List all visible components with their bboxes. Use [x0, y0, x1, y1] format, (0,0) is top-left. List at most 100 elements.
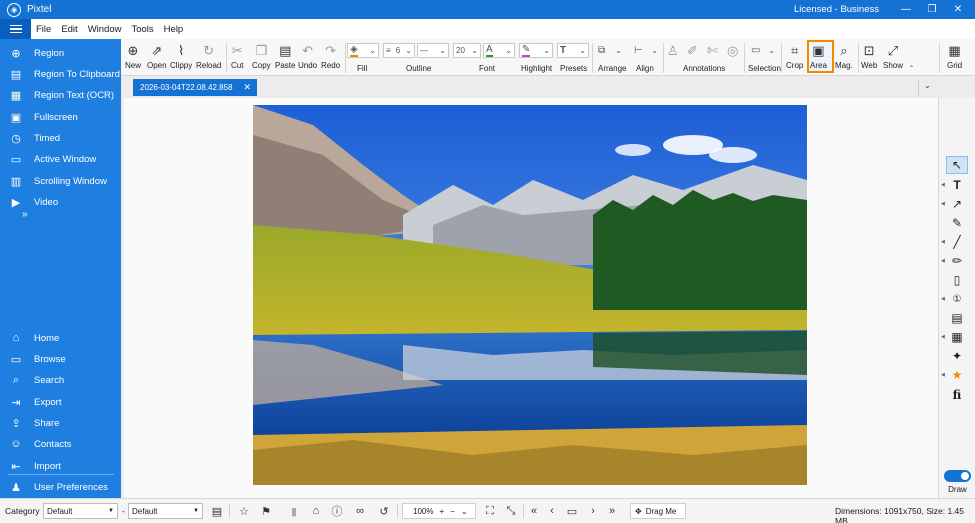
font-color-picker[interactable]: A ⌄ [483, 43, 515, 58]
outline-width-select[interactable]: ≡ 6 ⌄ [383, 43, 415, 58]
info-icon[interactable]: ⓘ [329, 503, 345, 519]
sidebar-item-region-text-ocr[interactable]: ▦ Region Text (OCR) [0, 85, 121, 105]
sidebar-item-active-window[interactable]: ▭ Active Window [0, 149, 121, 169]
sidebar-item-scrolling-window[interactable]: ▥ Scrolling Window [0, 171, 121, 191]
flag-icon[interactable]: ⚑ [258, 503, 274, 519]
formula-tool[interactable]: fi [946, 386, 968, 404]
history-icon[interactable]: ↺ [376, 503, 392, 519]
step-counter-tool[interactable]: ◀ ① [941, 290, 968, 308]
menu-file[interactable]: File [31, 24, 56, 35]
shape-tool[interactable]: ▯ [946, 271, 968, 289]
annotation-brush-button[interactable]: ✐ [687, 42, 698, 59]
selection-select[interactable]: ▭ ⌄ [748, 43, 778, 58]
tag-icon[interactable]: ⌂ [308, 503, 324, 519]
previous-icon[interactable]: ‹ [544, 503, 560, 519]
first-page-icon[interactable]: « [526, 503, 542, 519]
open-button[interactable]: ⇗ Open [147, 42, 167, 71]
close-window-button[interactable]: ✕ [945, 4, 971, 15]
editor-canvas[interactable] [124, 98, 938, 498]
annotation-eraser-button[interactable]: ✄ [707, 42, 718, 59]
link-icon[interactable]: ∞ [352, 503, 368, 519]
next-icon[interactable]: › [585, 503, 601, 519]
redo-button[interactable]: ↷ Redo [321, 42, 340, 71]
sidebar-item-import[interactable]: ⇤ Import [0, 456, 121, 476]
sidebar-item-search[interactable]: ⌕ Search [0, 370, 121, 390]
minimize-button[interactable]: — [893, 4, 919, 15]
crop-button[interactable]: ⌗ Crop [786, 42, 803, 71]
arrange-select[interactable]: ⧉ ⌄ [595, 43, 625, 58]
chevron-down-icon: ⌄ [615, 46, 622, 55]
sidebar-item-video[interactable]: ▶ Video [0, 192, 121, 212]
menu-window[interactable]: Window [83, 24, 127, 35]
fill-color-picker[interactable]: ◈ ⌄ [347, 43, 379, 58]
undo-button[interactable]: ↶ Undo [298, 42, 317, 71]
pointer-tool[interactable]: ↖ [946, 156, 968, 174]
sidebar-item-timed[interactable]: ◷ Timed [0, 128, 121, 148]
sidebar-item-region[interactable]: ⊕ Region [0, 43, 121, 63]
line-tool[interactable]: ◀ ╱ [941, 233, 968, 251]
zoom-in-icon[interactable]: + [439, 507, 444, 516]
cut-button[interactable]: ✂ Cut [231, 42, 243, 71]
sidebar-item-region-to-clipboard[interactable]: ▤ Region To Clipboard [0, 64, 121, 84]
document-tab[interactable]: 2026-03-04T22.08.42.858 ✕ [133, 79, 257, 96]
magic-tool[interactable]: ✦ [946, 347, 968, 365]
align-select[interactable]: ⊢ ⌄ [631, 43, 661, 58]
menu-edit[interactable]: Edit [56, 24, 82, 35]
tab-list-dropdown[interactable]: ⌄ [918, 81, 936, 96]
hamburger-menu-icon[interactable] [0, 19, 31, 39]
magnifier-button[interactable]: ⌕ Mag. [835, 42, 853, 71]
zoom-out-icon[interactable]: − [450, 507, 455, 516]
show-button[interactable]: ⤢ Show [883, 42, 903, 71]
clippy-button[interactable]: ⌇ Clippy [170, 42, 192, 71]
sidebar-item-fullscreen[interactable]: ▣ Fullscreen [0, 107, 121, 127]
last-page-icon[interactable]: » [604, 503, 620, 519]
new-button[interactable]: ⊕ New [125, 42, 141, 71]
sidebar-more-button[interactable]: » [22, 209, 28, 220]
area-button[interactable]: ▣ Area [810, 42, 827, 71]
web-button[interactable]: ⊡ Web [861, 42, 877, 71]
ribbon-collapse-icon[interactable]: ⌃ [909, 65, 914, 72]
annotation-stamp-button[interactable]: ◎ [727, 42, 738, 59]
draw-toggle[interactable] [944, 470, 971, 482]
sidebar-item-user-preferences[interactable]: ♟ User Preferences [0, 477, 121, 497]
menu-help[interactable]: Help [159, 24, 189, 35]
outline-style-select[interactable]: — ⌄ [417, 43, 449, 58]
sidebar-item-label: Region [34, 47, 65, 59]
category-select[interactable]: Default ▼ [43, 503, 118, 519]
fit-to-window-icon[interactable]: ⛶ [482, 503, 498, 519]
maximize-button[interactable]: ❐ [919, 4, 945, 15]
chevron-down-icon: ⌄ [471, 46, 478, 55]
stamp-tool[interactable]: ◀ ★ [941, 366, 968, 384]
marker-tool[interactable]: ◀ ✏ [941, 252, 968, 270]
copy-button[interactable]: ❐ Copy [252, 42, 271, 71]
actual-size-icon[interactable]: ⤡ [503, 503, 519, 519]
bookmark-icon[interactable]: ▮ [286, 503, 302, 519]
zoom-control[interactable]: 100% + − ⌄ [402, 503, 476, 519]
favorite-star-icon[interactable]: ☆ [236, 503, 252, 519]
crop-icon: ⌗ [791, 42, 799, 58]
text-tool[interactable]: ◀ T [941, 176, 968, 194]
paste-button[interactable]: ▤ Paste [275, 42, 295, 71]
window-view-icon[interactable]: ▭ [564, 503, 580, 519]
reload-button[interactable]: ↻ Reload [196, 42, 221, 71]
close-tab-icon[interactable]: ✕ [243, 82, 251, 93]
menu-tools[interactable]: Tools [126, 24, 158, 35]
arrow-tool[interactable]: ◀ ↗ [941, 195, 968, 213]
grid-button[interactable]: ▦ Grid [947, 42, 962, 71]
drag-me-button[interactable]: ✥ Drag Me [630, 503, 686, 519]
pen-tool[interactable]: ✎ [946, 214, 968, 232]
notes-icon[interactable]: ▤ [209, 503, 225, 519]
chevron-down-icon[interactable]: ⌄ [461, 507, 468, 516]
sidebar-item-export[interactable]: ⇥ Export [0, 392, 121, 412]
sidebar-item-browse[interactable]: ▭ Browse [0, 349, 121, 369]
table-tool[interactable]: ◀ ▦ [941, 328, 968, 346]
presets-select[interactable]: T ⌄ [557, 43, 589, 58]
highlight-color-picker[interactable]: ✎ ⌄ [519, 43, 553, 58]
annotation-person-button[interactable]: ♙ [667, 42, 679, 59]
font-size-select[interactable]: 20 ⌄ [453, 43, 481, 58]
sidebar-item-contacts[interactable]: ☺ Contacts [0, 434, 121, 454]
sidebar-item-share[interactable]: ⇪ Share [0, 413, 121, 433]
secondary-category-select[interactable]: Default ▼ [128, 503, 203, 519]
sidebar-item-home[interactable]: ⌂ Home [0, 328, 121, 348]
image-tool[interactable]: ▤ [946, 309, 968, 327]
